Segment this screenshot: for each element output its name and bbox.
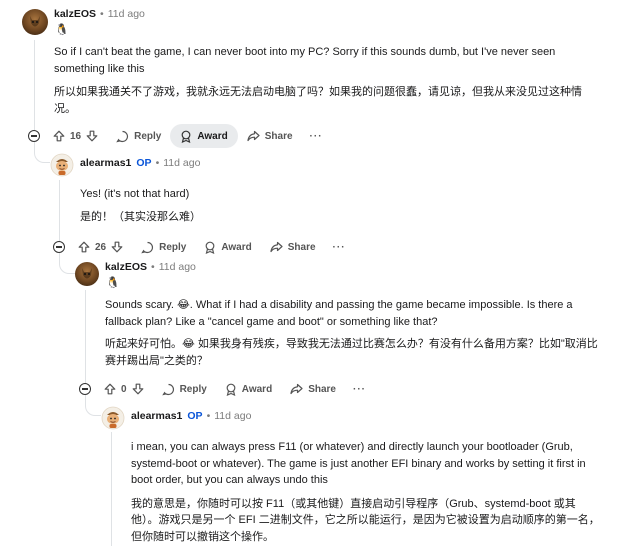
share-button[interactable]: Share — [263, 235, 323, 259]
separator-dot: • — [155, 157, 160, 169]
comment-paragraph: Sounds scary. 😂. What if I had a disabil… — [105, 299, 573, 328]
separator-dot: • — [151, 261, 155, 273]
vote-count: 0 — [121, 383, 127, 395]
share-label: Share — [308, 383, 336, 395]
award-icon — [181, 130, 191, 143]
comment-timestamp[interactable]: 11d ago — [159, 261, 196, 273]
share-label: Share — [264, 130, 293, 142]
comment-body: Sounds scary. 😂. What if I had a disabil… — [105, 297, 602, 369]
avatar[interactable] — [50, 153, 74, 177]
comment-bubble-icon — [116, 130, 129, 142]
user-flair: 🐧 — [106, 277, 120, 289]
comment-body: So if I can't beat the game, I can never… — [54, 44, 602, 117]
animal-avatar-icon — [30, 16, 40, 27]
reply-label: Reply — [179, 383, 207, 395]
comment-paragraph: Yes! (it's not that hard) — [80, 188, 190, 200]
share-button[interactable]: Share — [240, 124, 300, 148]
award-label: Award — [197, 130, 228, 142]
vote-control: 0 — [97, 377, 151, 401]
comment-paragraph: 我的意思是，你随时可以按 F11（或其他键）直接启动引导程序（Grub、syst… — [131, 497, 600, 543]
reply-button[interactable]: Reply — [134, 235, 193, 259]
op-badge: OP — [187, 410, 203, 422]
downvote-icon[interactable] — [111, 241, 123, 253]
comment-timestamp[interactable]: 11d ago — [214, 410, 251, 422]
comment-paragraph: So if I can't beat the game, I can never… — [54, 46, 556, 75]
separator-dot: • — [206, 410, 211, 422]
comment-actions: 0 Reply Award Share ··· — [97, 377, 372, 401]
collapse-thread-button[interactable] — [53, 241, 65, 253]
share-icon — [290, 383, 303, 395]
comment-bubble-icon — [141, 241, 154, 253]
comment-author[interactable]: kalzEOS — [54, 8, 96, 20]
award-label: Award — [241, 383, 273, 395]
comment-author[interactable]: alearmas1 — [131, 410, 182, 422]
comment-paragraph: i mean, you can always press F11 (or wha… — [131, 441, 586, 486]
reply-button[interactable]: Reply — [155, 377, 214, 401]
award-icon — [205, 241, 215, 254]
comment-paragraph: 听起来好可怕。😂 如果我身有残疾，导致我无法通过比赛怎么办？有没有什么备用方案？… — [105, 338, 598, 367]
comment-body: Yes! (it's not that hard) 是的！（其实没那么难） — [80, 186, 600, 225]
vote-control: 26 — [71, 235, 130, 259]
upvote-icon[interactable] — [78, 241, 90, 253]
downvote-icon[interactable] — [86, 130, 98, 142]
op-badge: OP — [136, 157, 152, 169]
comment-author[interactable]: alearmas1 — [80, 157, 131, 169]
avatar[interactable] — [101, 406, 125, 430]
reply-label: Reply — [159, 241, 187, 253]
comment-author[interactable]: kalzEOS — [105, 261, 147, 273]
award-button[interactable]: Award — [197, 235, 258, 259]
share-icon — [247, 130, 260, 142]
snoo-avatar-icon — [101, 406, 125, 430]
upvote-icon[interactable] — [53, 130, 65, 142]
award-button[interactable]: Award — [218, 377, 279, 401]
user-flair: 🐧 — [55, 24, 69, 36]
vote-count: 26 — [95, 241, 107, 253]
comment-timestamp[interactable]: 11d ago — [163, 157, 200, 169]
more-options-button[interactable]: ··· — [327, 235, 352, 259]
downvote-icon[interactable] — [132, 383, 144, 395]
comment-timestamp[interactable]: 11d ago — [108, 8, 145, 20]
reply-button[interactable]: Reply — [109, 124, 168, 148]
vote-count: 16 — [70, 130, 82, 142]
share-label: Share — [287, 241, 316, 253]
collapse-thread-button[interactable] — [28, 130, 40, 142]
more-options-button[interactable]: ··· — [304, 124, 329, 148]
more-options-button[interactable]: ··· — [347, 377, 372, 401]
snoo-avatar-icon — [50, 153, 74, 177]
separator-dot: • — [100, 8, 104, 20]
comment-actions: 26 Reply Award Share ··· — [71, 235, 352, 259]
vote-control: 16 — [46, 124, 105, 148]
comment-body: i mean, you can always press F11 (or wha… — [131, 439, 602, 545]
award-button[interactable]: Award — [170, 124, 238, 148]
avatar[interactable] — [22, 9, 48, 35]
comment-paragraph: 是的！（其实没那么难） — [80, 210, 201, 223]
share-icon — [270, 241, 283, 253]
animal-avatar-icon — [82, 268, 92, 279]
comment-bubble-icon — [161, 383, 174, 395]
share-button[interactable]: Share — [283, 377, 343, 401]
comment-actions: 16 Reply Award Share ··· — [46, 124, 329, 148]
avatar[interactable] — [75, 262, 99, 286]
collapse-thread-button[interactable] — [79, 383, 91, 395]
award-icon — [226, 383, 236, 396]
reply-label: Reply — [134, 130, 162, 142]
comment-paragraph: 所以如果我通关不了游戏，我就永远无法启动电脑了吗？如果我的问题很蠢，请见谅，但我… — [54, 86, 582, 115]
upvote-icon[interactable] — [104, 383, 116, 395]
award-label: Award — [221, 241, 252, 253]
